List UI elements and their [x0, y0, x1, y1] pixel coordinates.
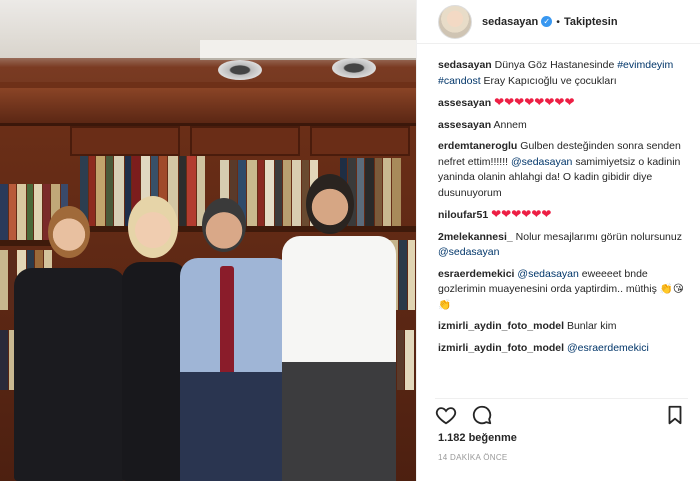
instagram-post: sedasayan ✓ • Takiptesin sedasayan Dünya… [0, 0, 700, 481]
list-item: erdemtaneroglu Gulben desteğinden sonra … [438, 139, 692, 201]
list-item: 2melekannesi_ Nolur mesajlarımı görün no… [438, 230, 692, 261]
comment-username[interactable]: izmirli_aydin_foto_model [438, 320, 564, 332]
post-actions [435, 398, 688, 426]
photo-panel [70, 126, 180, 156]
mention-link[interactable]: @sedasayan [438, 246, 499, 258]
likes-count[interactable]: 1.182 beğenme [438, 432, 517, 444]
header-username[interactable]: sedasayan [482, 16, 538, 28]
hashtag-link[interactable]: #candost [438, 75, 481, 87]
comment-username[interactable]: erdemtaneroglu [438, 140, 517, 152]
comment-username[interactable]: sedasayan [438, 59, 492, 71]
caption-text: Dünya Göz Hastanesinde [494, 59, 615, 71]
follow-status-button[interactable]: Takiptesin [564, 16, 618, 28]
caption: sedasayan Dünya Göz Hastanesinde #evimde… [438, 58, 692, 89]
list-item: esraerdemekici @sedasayan eweeeet bnde g… [438, 267, 692, 314]
post-photo[interactable] [0, 0, 416, 481]
heart-emoji-icon: ❤❤❤❤❤❤ [491, 207, 552, 221]
comment-text: Annem [493, 118, 527, 131]
list-item: niloufar51 ❤❤❤❤❤❤ [438, 207, 692, 224]
list-item: assesayan Annem [438, 118, 692, 134]
photo-ceiling-beam [200, 40, 416, 60]
mention-link[interactable]: @esraerdemekici [567, 342, 649, 354]
comments-list: sedasayan Dünya Göz Hastanesinde #evimde… [438, 58, 692, 392]
photo-ceiling-light [218, 60, 262, 80]
comment-username[interactable]: izmirli_aydin_foto_model [438, 342, 564, 354]
list-item: izmirli_aydin_foto_model @esraerdemekici [438, 341, 692, 357]
heart-emoji-icon: ❤❤❤❤❤❤❤❤ [494, 95, 575, 109]
comment-username[interactable]: assesayan [438, 97, 491, 109]
comment-text: Nolur mesajlarımı görün nolursunuz [515, 230, 682, 243]
photo-ceiling-light [332, 58, 376, 78]
post-side-panel: sedasayan ✓ • Takiptesin sedasayan Dünya… [416, 0, 700, 481]
comment-username[interactable]: niloufar51 [438, 209, 488, 221]
caption-text: Eray Kapıcıoğlu ve çocukları [483, 74, 617, 87]
post-timestamp: 14 DAKİKA ÖNCE [438, 453, 508, 462]
comment-username[interactable]: 2melekannesi_ [438, 231, 513, 243]
photo-panel [310, 126, 410, 156]
photo-cornice [0, 88, 416, 126]
header-separator: • [556, 15, 560, 28]
post-header: sedasayan ✓ • Takiptesin [417, 0, 700, 44]
list-item: izmirli_aydin_foto_model Bunlar kim [438, 319, 692, 335]
comment-username[interactable]: esraerdemekici [438, 268, 514, 280]
comment-icon[interactable] [471, 404, 493, 426]
mention-link[interactable]: @sedasayan [517, 268, 578, 280]
photo-panel [190, 126, 300, 156]
avatar[interactable] [438, 4, 472, 39]
mention-link[interactable]: @sedasayan [511, 156, 572, 168]
hashtag-link[interactable]: #evimdeyim [617, 59, 673, 71]
comment-username[interactable]: assesayan [438, 119, 491, 131]
bookmark-icon[interactable] [664, 404, 686, 426]
heart-icon[interactable] [435, 404, 457, 426]
verified-badge-icon: ✓ [541, 16, 553, 27]
list-item: assesayan ❤❤❤❤❤❤❤❤ [438, 95, 692, 112]
comment-text: Bunlar kim [566, 320, 617, 332]
